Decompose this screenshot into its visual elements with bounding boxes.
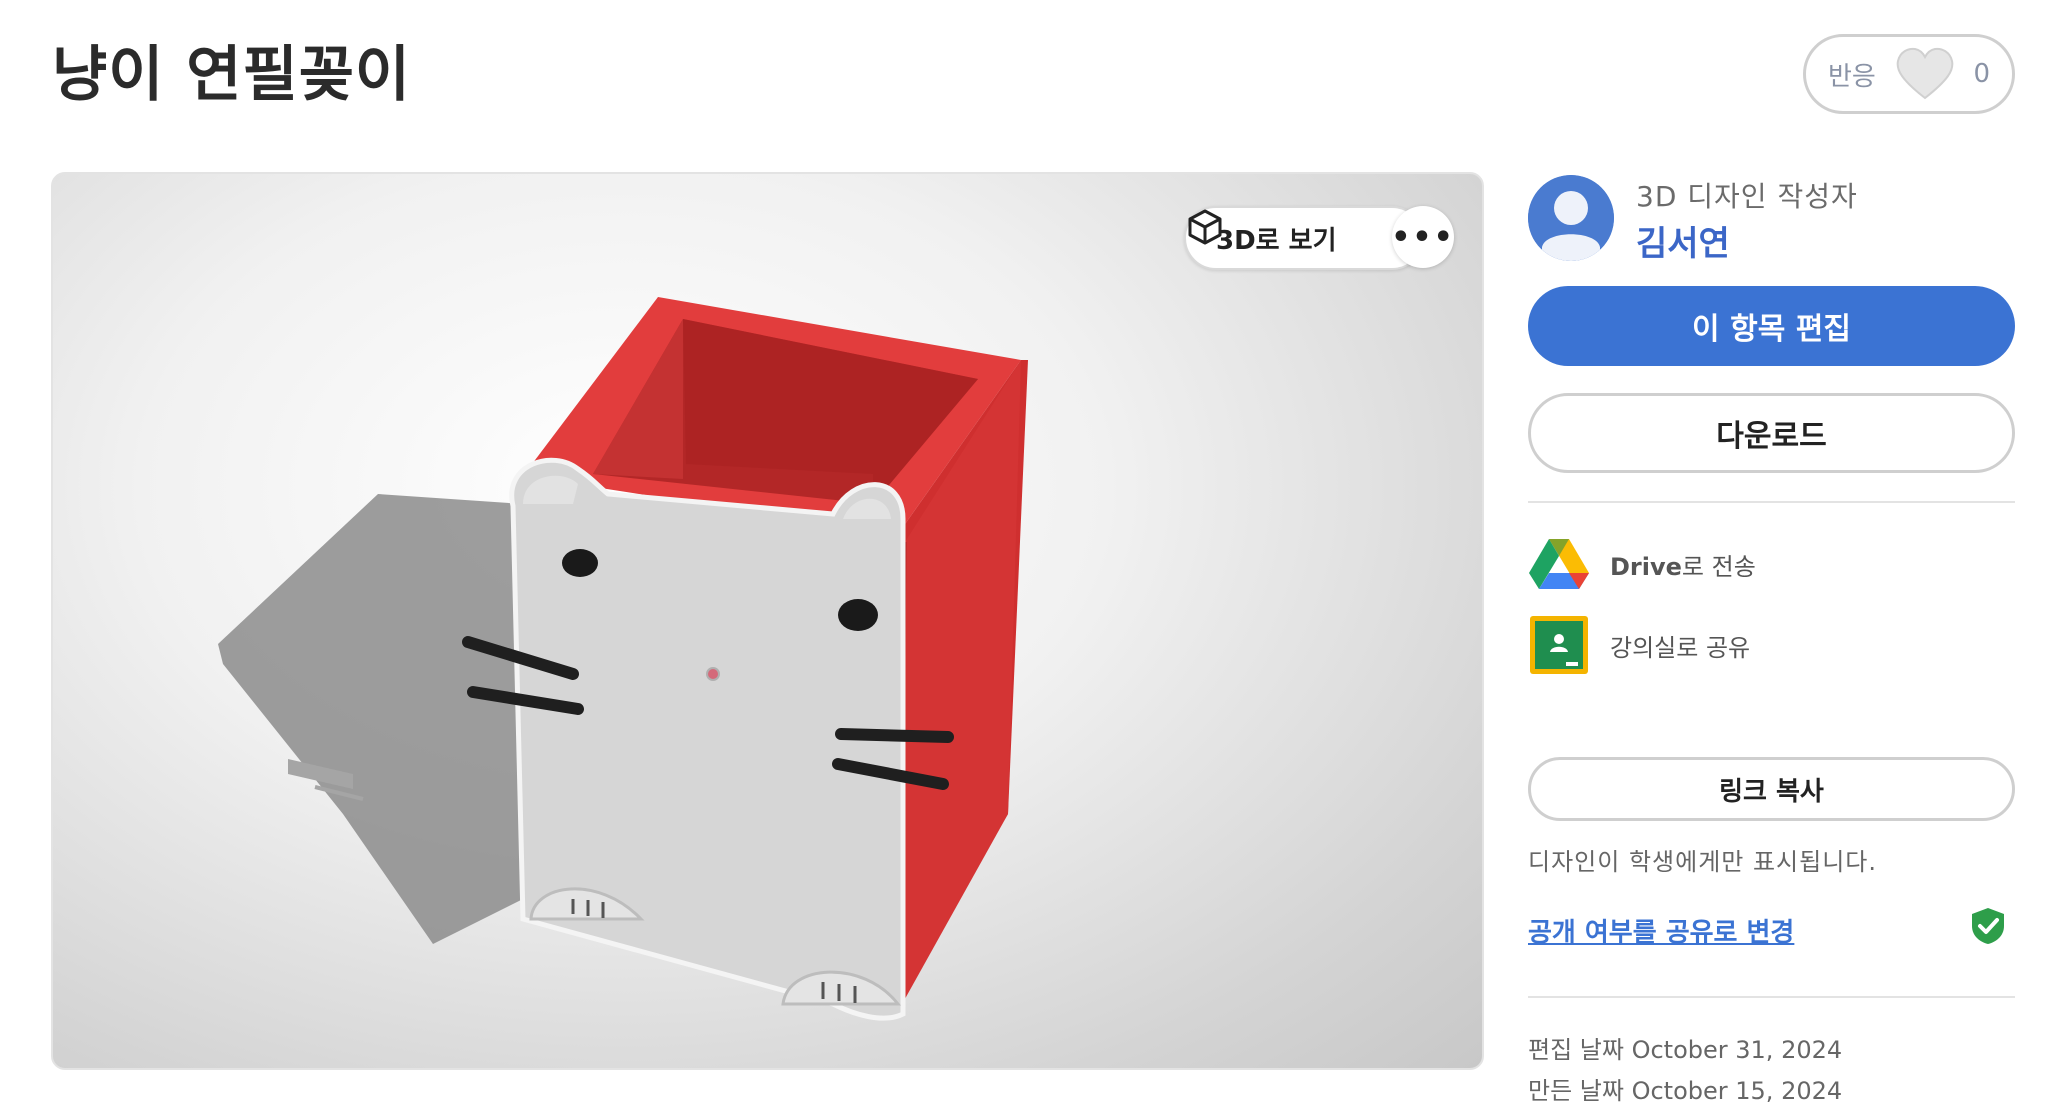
edited-date-row: 편집 날짜 October 31, 2024 [1528,1030,1842,1065]
more-dots-icon: ••• [1391,219,1455,255]
classroom-label: 강의실로 공유 [1610,633,1751,662]
copy-link-button[interactable]: 링크 복사 [1528,757,2015,821]
created-date-value: October 15, 2024 [1631,1077,1843,1105]
drive-label-bold: Drive [1610,552,1682,581]
author-avatar[interactable] [1528,175,1614,261]
edit-button[interactable]: 이 항목 편집 [1528,286,2015,366]
view-3d-button[interactable]: 3D로 보기 [1184,206,1424,270]
heart-icon [1896,47,1953,100]
created-date-row: 만든 날짜 October 15, 2024 [1528,1071,1842,1106]
reactions-label: 반응 [1828,61,1876,92]
view-3d-label: 3D로 보기 [1216,225,1337,256]
cube-icon [1188,209,1222,245]
edited-date-label: 편집 날짜 [1528,1036,1624,1064]
divider [1528,501,2015,503]
more-options-button[interactable]: ••• [1391,206,1455,268]
cat-pencil-holder-render [218,297,1028,1021]
author-name[interactable]: 김서연 [1636,216,1730,265]
reactions-count: 0 [1973,59,1990,89]
user-avatar-icon [1528,175,1614,261]
page-title: 냥이 연필꽂이 [52,40,412,110]
created-date-label: 만든 날짜 [1528,1077,1624,1105]
send-to-drive-button[interactable]: Drive로 전송 [1528,533,1756,595]
author-role: 3D 디자인 작성자 [1636,180,1858,213]
google-drive-icon [1528,533,1590,595]
download-button[interactable]: 다운로드 [1528,393,2015,473]
share-classroom-button[interactable]: 강의실로 공유 [1528,614,1750,676]
shield-check-icon [1972,908,2004,944]
google-classroom-icon [1528,614,1590,676]
design-preview[interactable]: 3D로 보기 ••• [51,172,1484,1070]
reactions-button[interactable]: 반응 0 [1803,34,2015,114]
change-visibility-link[interactable]: 공개 여부를 공유로 변경 [1528,912,1794,949]
divider [1528,996,2015,998]
drive-label-rest: 로 전송 [1681,552,1756,581]
edited-date-value: October 31, 2024 [1631,1036,1843,1064]
visibility-note: 디자인이 학생에게만 표시됩니다. [1528,848,1878,876]
